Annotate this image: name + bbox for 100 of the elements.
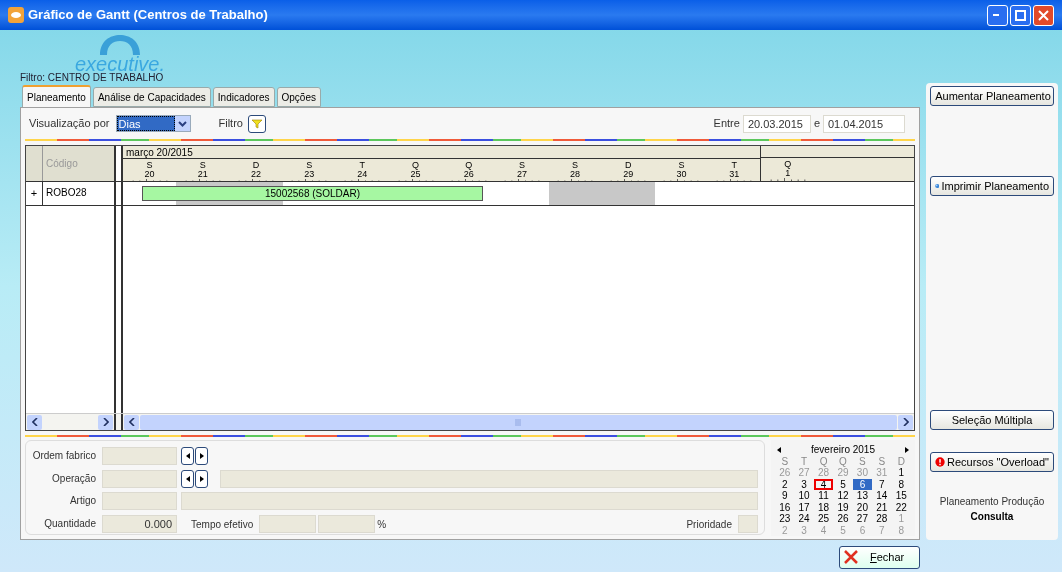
side-button[interactable]: Aumentar Planeamento <box>930 86 1054 106</box>
scrollbar[interactable] <box>26 414 114 430</box>
view-label: Visualização por <box>29 116 110 132</box>
calendar-day[interactable]: 28 <box>872 513 892 525</box>
weekday-label: S <box>877 455 887 467</box>
calendar-day[interactable]: 11 <box>813 490 834 502</box>
scroll-right-button[interactable] <box>898 414 913 430</box>
calendar-day[interactable]: 20 <box>852 501 873 513</box>
grip-icon <box>515 418 522 426</box>
input-field[interactable]: 01.04.2015 <box>823 114 905 133</box>
calendar-day[interactable]: 14 <box>872 490 892 502</box>
calendar-day[interactable]: 24 <box>794 513 814 525</box>
side-button[interactable]: Seleção Múltipla <box>930 410 1054 430</box>
minimize-button[interactable] <box>987 4 1008 26</box>
maximize-button[interactable] <box>1010 4 1031 26</box>
calendar-day[interactable]: 5 <box>833 478 853 490</box>
calendar-day[interactable]: 8 <box>891 478 911 490</box>
calendar-day[interactable]: 10 <box>794 490 814 502</box>
weekday-label: S <box>858 455 867 467</box>
chevron-left-icon <box>31 418 38 426</box>
previous-month-icon[interactable] <box>777 446 781 453</box>
side-button[interactable]: Recursos "Overload" <box>930 452 1054 472</box>
maximize-icon <box>1015 9 1026 21</box>
day-label: Q 1 <box>784 160 792 178</box>
tab[interactable]: Opções <box>276 87 321 107</box>
day-label: D 22 <box>250 161 261 179</box>
calendar-day[interactable]: 23 <box>775 513 795 525</box>
input-field[interactable] <box>738 515 758 534</box>
calendar-day[interactable]: 19 <box>833 501 853 513</box>
calendar-day[interactable]: 26 <box>833 513 853 525</box>
day-label: S 21 <box>197 161 208 179</box>
scroll-left-button[interactable] <box>124 414 139 430</box>
calendar-day[interactable]: 17 <box>794 501 814 513</box>
day-label: S 30 <box>676 161 687 179</box>
input-field[interactable]: 20.03.2015 <box>742 114 811 133</box>
view-dropdown[interactable]: Dias <box>115 115 191 132</box>
previous-button[interactable] <box>181 469 194 488</box>
scroll-left-button[interactable] <box>27 414 42 430</box>
company-logo: executive. <box>70 33 170 73</box>
input-field[interactable] <box>181 492 758 510</box>
calendar-day[interactable]: 25 <box>813 513 834 525</box>
next-button[interactable] <box>195 469 208 488</box>
calendar-day[interactable]: 15 <box>891 490 911 502</box>
filter-label: Filtro <box>218 116 243 132</box>
expand-toggle[interactable]: + <box>26 182 43 205</box>
day-label: T 31 <box>729 161 740 179</box>
scroll-right-button[interactable] <box>98 414 113 430</box>
splitter[interactable] <box>114 146 123 181</box>
calendar-day[interactable]: 21 <box>872 501 892 513</box>
close-window-button[interactable]: Fechar <box>839 545 920 569</box>
close-button[interactable] <box>1033 4 1054 26</box>
task-bar[interactable]: 15002568 (SOLDAR) <box>142 186 483 201</box>
chevron-left-icon <box>128 418 135 426</box>
funnel-icon <box>251 118 262 129</box>
input-field[interactable] <box>102 469 177 488</box>
calendar-day[interactable]: 22 <box>891 501 911 513</box>
percent-sign: % <box>377 517 387 532</box>
input-field[interactable] <box>259 515 317 534</box>
next-month-icon[interactable] <box>905 446 909 453</box>
tab[interactable]: Análise de Capacidades <box>92 87 211 107</box>
calendar-day[interactable]: 16 <box>775 501 795 513</box>
filter-caption: Filtro: CENTRO DE TRABALHO <box>20 73 165 83</box>
field-label: Quantidade <box>43 516 96 531</box>
field-label: Prioridade <box>686 517 732 532</box>
range-separator: e <box>813 116 820 132</box>
splitter[interactable] <box>114 182 123 205</box>
next-button[interactable] <box>195 447 208 465</box>
weekday-label: D <box>896 455 906 467</box>
calendar-day[interactable]: 18 <box>813 501 834 513</box>
window-title: Gráfico de Gantt (Centros de Trabalho) <box>28 6 268 25</box>
day-label: S 27 <box>516 161 527 179</box>
calendar-day[interactable]: 3 <box>794 478 814 490</box>
input-field[interactable] <box>318 515 376 534</box>
input-field[interactable] <box>102 447 177 465</box>
calendar-day[interactable]: 2 <box>775 478 795 490</box>
filter-button[interactable] <box>247 114 266 133</box>
tab[interactable]: Planeamento <box>22 85 91 107</box>
input-field[interactable] <box>220 469 758 488</box>
side-button[interactable]: Imprimir Planeamento <box>930 176 1054 196</box>
close-icon <box>1038 9 1049 21</box>
input-field[interactable]: 0.000 <box>102 515 177 534</box>
weekday-label: S <box>780 455 790 467</box>
calendar-day[interactable]: 9 <box>775 490 795 502</box>
calendar-day[interactable]: 27 <box>852 513 873 525</box>
resource-cell-text: ROBO28 <box>45 186 88 200</box>
calendar-day[interactable]: 1 <box>891 467 911 479</box>
app-icon <box>8 7 24 23</box>
calendar-day[interactable]: 6 <box>852 478 873 490</box>
alert-icon <box>935 455 946 469</box>
calendar-day[interactable]: 12 <box>833 490 853 502</box>
tab[interactable]: Indicadores <box>212 87 275 107</box>
calendar-day[interactable]: 13 <box>852 490 873 502</box>
input-field[interactable] <box>102 492 177 510</box>
weekday-label: T <box>800 455 809 467</box>
field-label: Tempo efetivo <box>191 517 254 532</box>
previous-button[interactable] <box>181 447 194 465</box>
calendar-day[interactable]: 7 <box>872 478 892 490</box>
splitter[interactable] <box>114 206 123 413</box>
day-label: S 20 <box>144 161 155 179</box>
mode-caption: Planeamento Produção <box>939 495 1045 509</box>
